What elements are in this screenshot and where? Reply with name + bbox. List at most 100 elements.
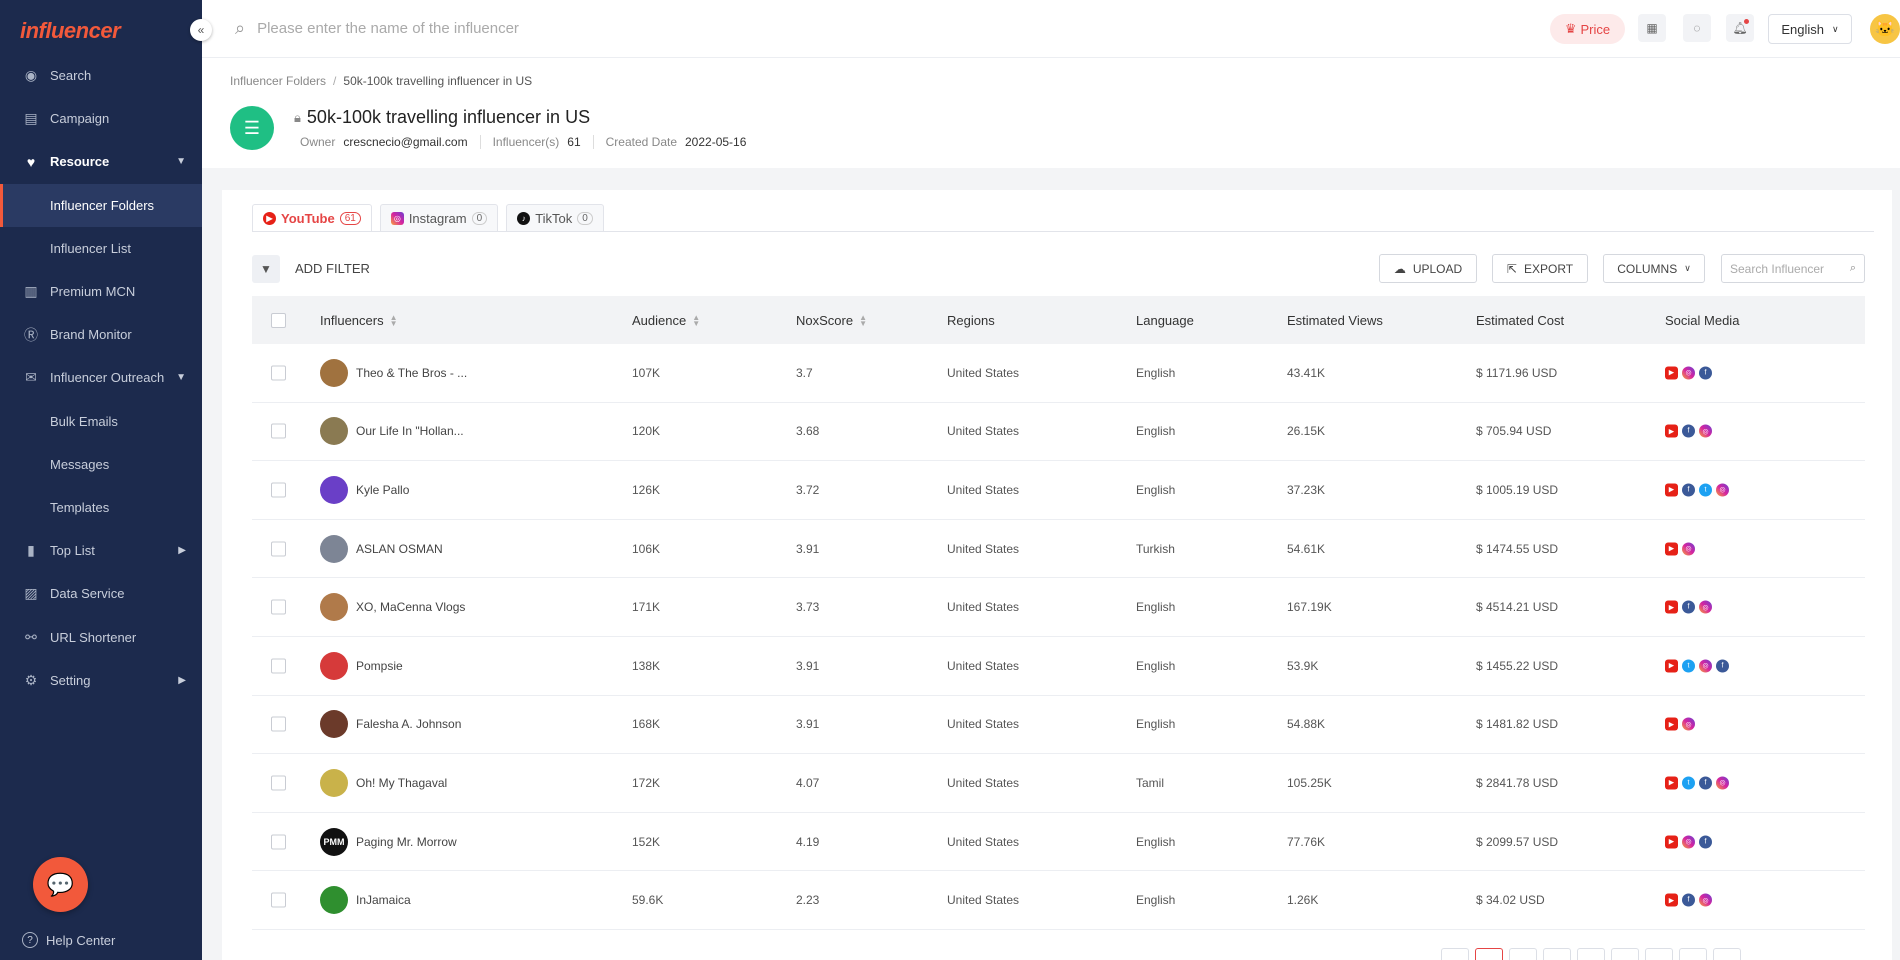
instagram-icon[interactable]: ◎ bbox=[1716, 776, 1729, 790]
sidebar-item-brand-monitor[interactable]: Ⓡ Brand Monitor bbox=[0, 313, 202, 356]
page-4[interactable] bbox=[1577, 948, 1605, 960]
facebook-icon[interactable]: f bbox=[1682, 600, 1695, 614]
sidebar-item-url-shortener[interactable]: ⚯ URL Shortener bbox=[0, 615, 202, 658]
sidebar-item-resource[interactable]: ♥ Resource ▼ bbox=[0, 140, 202, 183]
table-row[interactable]: Theo & The Bros - ... 107K 3.7 United State… bbox=[252, 344, 1865, 403]
collapse-sidebar-button[interactable]: « bbox=[190, 19, 212, 41]
facebook-icon[interactable]: f bbox=[1699, 776, 1712, 790]
table-row[interactable]: PMM Paging Mr. Morrow 152K 4.19 United State… bbox=[252, 813, 1865, 872]
row-checkbox[interactable] bbox=[271, 541, 286, 557]
instagram-icon[interactable]: ◎ bbox=[1699, 893, 1712, 907]
youtube-icon[interactable]: ▶ bbox=[1665, 893, 1678, 907]
instagram-icon[interactable]: ◎ bbox=[1699, 600, 1712, 614]
sidebar-item-influencer-outreach[interactable]: ✉ Influencer Outreach ▼ bbox=[0, 356, 202, 399]
breadcrumb-root[interactable]: Influencer Folders bbox=[230, 74, 326, 88]
sidebar-item-search[interactable]: ◉ Search bbox=[0, 54, 202, 97]
instagram-icon[interactable]: ◎ bbox=[1682, 835, 1695, 849]
page-3[interactable] bbox=[1543, 948, 1571, 960]
row-checkbox[interactable] bbox=[271, 834, 286, 850]
influencer-cell[interactable]: ASLAN OSMAN bbox=[320, 534, 443, 563]
tab-youtube[interactable]: ▶ YouTube 61 bbox=[252, 204, 372, 231]
page-prev[interactable] bbox=[1441, 948, 1469, 960]
export-button[interactable]: ⇱ EXPORT bbox=[1492, 254, 1588, 283]
sidebar-item-premium-mcn[interactable]: ▥ Premium MCN bbox=[0, 270, 202, 313]
youtube-icon[interactable]: ▶ bbox=[1665, 835, 1678, 849]
row-checkbox[interactable] bbox=[271, 658, 286, 674]
columns-button[interactable]: COLUMNS ∨ bbox=[1603, 254, 1705, 283]
table-row[interactable]: Falesha A. Johnson 168K 3.91 United States E… bbox=[252, 696, 1865, 755]
help-center-link[interactable]: ? Help Center bbox=[22, 932, 115, 948]
twitter-icon[interactable]: t bbox=[1699, 483, 1712, 497]
add-filter-button[interactable]: ADD FILTER bbox=[295, 261, 370, 276]
sidebar-item-messages[interactable]: Messages bbox=[0, 443, 202, 486]
sidebar-item-influencer-list[interactable]: Influencer List bbox=[0, 227, 202, 270]
sidebar-item-campaign[interactable]: ▤ Campaign bbox=[0, 97, 202, 140]
page-5[interactable] bbox=[1611, 948, 1639, 960]
influencer-name[interactable]: Oh! My Thagaval bbox=[356, 776, 447, 790]
page-6[interactable] bbox=[1645, 948, 1673, 960]
influencer-cell[interactable]: Oh! My Thagaval bbox=[320, 768, 447, 797]
select-all-checkbox[interactable] bbox=[271, 312, 286, 328]
table-row[interactable]: Oh! My Thagaval 172K 4.07 United States Tami… bbox=[252, 754, 1865, 813]
instagram-icon[interactable]: ◎ bbox=[1682, 717, 1695, 731]
influencer-cell[interactable]: Theo & The Bros - ... bbox=[320, 358, 467, 387]
youtube-icon[interactable]: ▶ bbox=[1665, 776, 1678, 790]
sidebar-item-bulk-emails[interactable]: Bulk Emails bbox=[0, 400, 202, 443]
language-select[interactable]: English ∨ bbox=[1768, 14, 1852, 44]
page-2[interactable] bbox=[1509, 948, 1537, 960]
instagram-icon[interactable]: ◎ bbox=[1699, 659, 1712, 673]
youtube-icon[interactable]: ▶ bbox=[1665, 717, 1678, 731]
table-row[interactable]: Pompsie 138K 3.91 United States English 53.9K… bbox=[252, 637, 1865, 696]
instagram-icon[interactable]: ◎ bbox=[1716, 483, 1729, 497]
search-influencer-input[interactable] bbox=[1730, 261, 1840, 276]
influencer-cell[interactable]: Kyle Pallo bbox=[320, 475, 409, 504]
influencer-cell[interactable]: Pompsie bbox=[320, 651, 403, 680]
upload-button[interactable]: ☁ UPLOAD bbox=[1379, 254, 1477, 283]
youtube-icon[interactable]: ▶ bbox=[1665, 600, 1678, 614]
logo[interactable]: influencer bbox=[20, 18, 121, 44]
influencer-name[interactable]: InJamaica bbox=[356, 893, 411, 907]
influencer-cell[interactable]: Our Life In "Hollan... bbox=[320, 417, 464, 446]
youtube-icon[interactable]: ▶ bbox=[1665, 659, 1678, 673]
table-row[interactable]: Kyle Pallo 126K 3.72 United States English 37… bbox=[252, 461, 1865, 520]
twitter-icon[interactable]: t bbox=[1682, 659, 1695, 673]
filter-button[interactable]: ▼ bbox=[252, 255, 280, 283]
facebook-icon[interactable]: f bbox=[1699, 366, 1712, 380]
influencer-name[interactable]: Falesha A. Johnson bbox=[356, 717, 461, 731]
sidebar-item-influencer-folders[interactable]: Influencer Folders bbox=[0, 183, 202, 227]
youtube-icon[interactable]: ▶ bbox=[1665, 542, 1678, 556]
row-checkbox[interactable] bbox=[271, 482, 286, 498]
instagram-icon[interactable]: ◎ bbox=[1682, 542, 1695, 556]
instagram-icon[interactable]: ◎ bbox=[1682, 366, 1695, 380]
search-icon[interactable]: ⌕ bbox=[1850, 262, 1856, 275]
sidebar-item-data-service[interactable]: ▨ Data Service bbox=[0, 572, 202, 615]
apps-button[interactable]: ▦ bbox=[1638, 14, 1666, 42]
row-checkbox[interactable] bbox=[271, 423, 286, 439]
influencer-cell[interactable]: XO, MaCenna Vlogs bbox=[320, 593, 465, 622]
chat-button[interactable]: 💬 bbox=[33, 857, 88, 912]
influencer-cell[interactable]: Falesha A. Johnson bbox=[320, 710, 461, 739]
sidebar-item-top-list[interactable]: ▮ Top List ▶ bbox=[0, 529, 202, 572]
notifications-button[interactable]: 🔔︎ bbox=[1726, 14, 1754, 42]
header-audience[interactable]: Audience ▲ ▼ bbox=[632, 313, 700, 328]
youtube-icon[interactable]: ▶ bbox=[1665, 424, 1678, 438]
user-avatar[interactable]: 🐱 bbox=[1870, 14, 1900, 44]
facebook-icon[interactable]: f bbox=[1716, 659, 1729, 673]
row-checkbox[interactable] bbox=[271, 599, 286, 615]
row-checkbox[interactable] bbox=[271, 365, 286, 381]
header-influencers[interactable]: Influencers ▲ ▼ bbox=[320, 313, 398, 328]
facebook-icon[interactable]: f bbox=[1699, 835, 1712, 849]
row-checkbox[interactable] bbox=[271, 892, 286, 908]
page-7[interactable] bbox=[1679, 948, 1707, 960]
facebook-icon[interactable]: f bbox=[1682, 483, 1695, 497]
messages-button[interactable]: ◌ bbox=[1683, 14, 1711, 42]
facebook-icon[interactable]: f bbox=[1682, 424, 1695, 438]
header-noxscore[interactable]: NoxScore ▲ ▼ bbox=[796, 313, 867, 328]
instagram-icon[interactable]: ◎ bbox=[1699, 424, 1712, 438]
influencer-cell[interactable]: PMM Paging Mr. Morrow bbox=[320, 827, 457, 856]
page-1[interactable] bbox=[1475, 948, 1503, 960]
sidebar-item-setting[interactable]: ⚙ Setting ▶ bbox=[0, 659, 202, 702]
table-row[interactable]: Our Life In "Hollan... 120K 3.68 United Sta… bbox=[252, 403, 1865, 462]
influencer-name[interactable]: Our Life In "Hollan... bbox=[356, 424, 464, 438]
influencer-name[interactable]: Theo & The Bros - ... bbox=[356, 366, 467, 380]
